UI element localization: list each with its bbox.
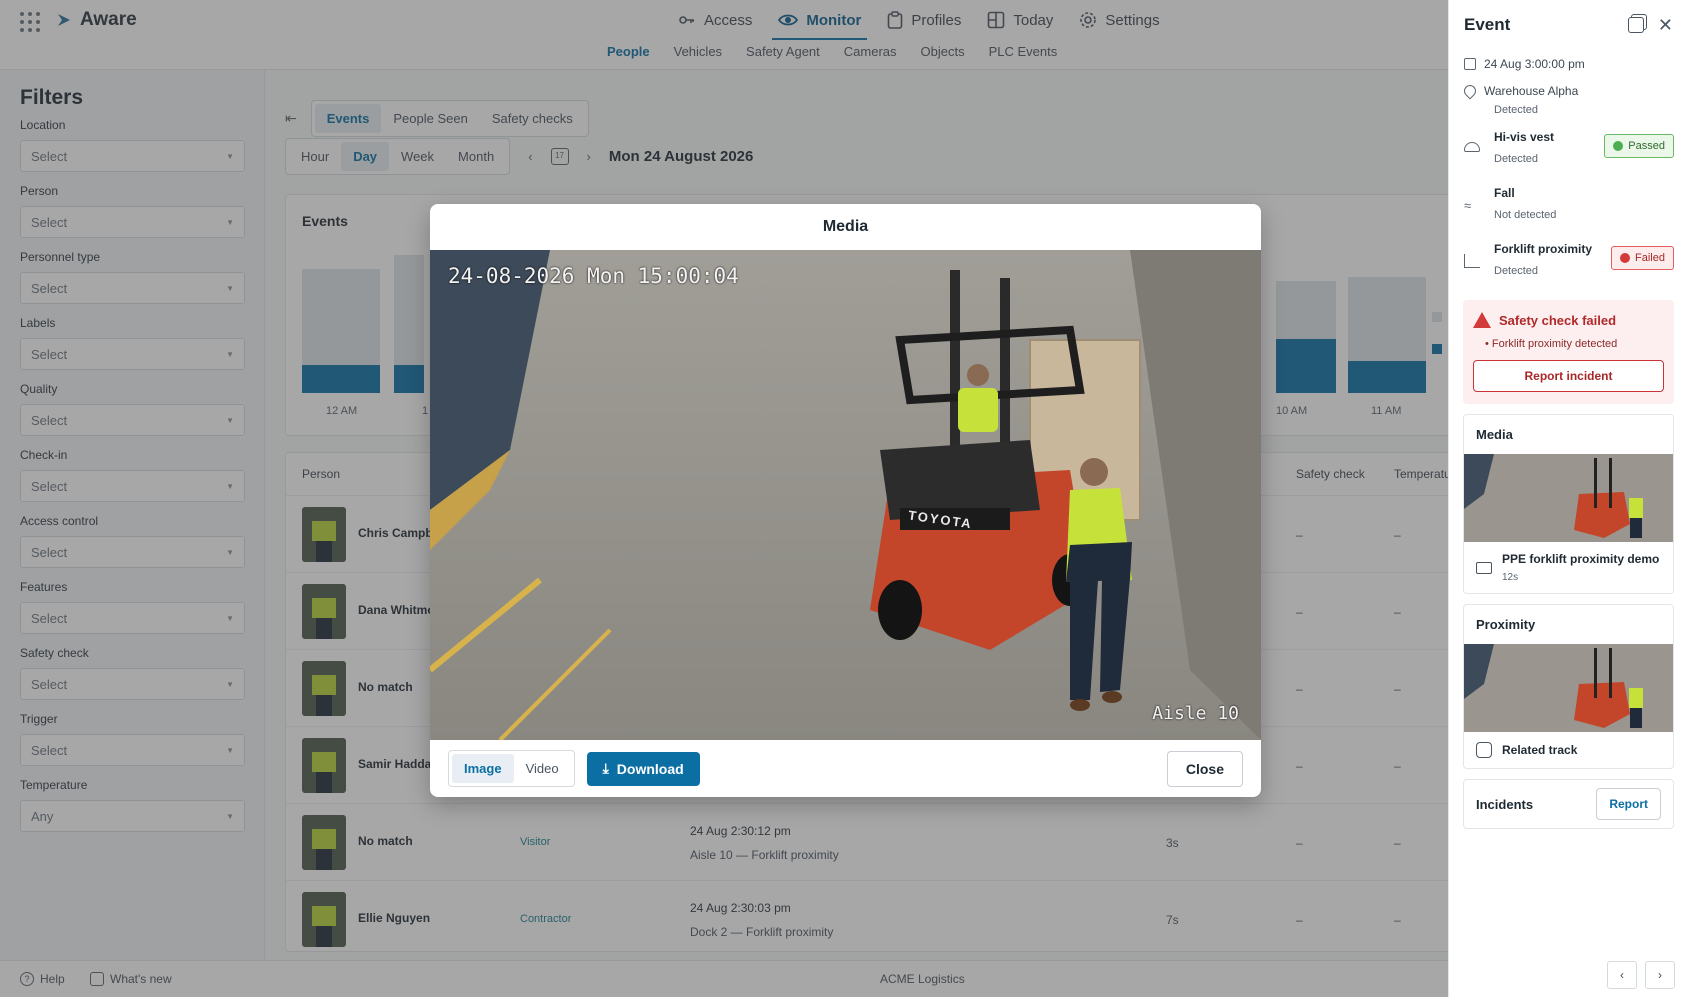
safety-alert: Safety check failed • Forklift proximity… (1463, 300, 1674, 404)
panel-title: Event (1464, 15, 1511, 34)
next-event-button[interactable]: › (1645, 961, 1675, 989)
badge-label: Failed (1635, 252, 1665, 264)
proximity-thumbnail-image (1464, 644, 1673, 732)
media-modal: Media 24-08-2026 Mon 15:00:04 TOYOTA Ais… (430, 204, 1261, 797)
location-status: Detected (1494, 104, 1539, 116)
event-datetime-text: 24 Aug 3:00:00 pm (1484, 56, 1585, 71)
related-track-row[interactable]: Related track (1464, 732, 1673, 768)
media-clip-row[interactable]: PPE forklift proximity demo 12s (1464, 542, 1673, 593)
warning-icon (1473, 312, 1491, 328)
event-panel: Event ✕ 24 Aug 3:00:00 pm Warehouse Alph… (1448, 0, 1688, 997)
helmet-icon (1464, 142, 1480, 152)
report-button[interactable]: Report (1596, 788, 1661, 820)
panel-tools: ✕ (1627, 16, 1673, 34)
media-thumbnail-image (1464, 454, 1673, 542)
camera-timestamp: 24-08-2026 Mon 15:00:04 (448, 264, 739, 288)
previous-event-button[interactable]: ‹ (1607, 961, 1637, 989)
event-pager: ‹ › (1607, 961, 1675, 989)
clip-title: PPE forklift proximity demo (1502, 552, 1660, 566)
check-circle-icon (1613, 141, 1624, 151)
media-type-tabs: Image Video (448, 750, 575, 787)
event-datetime: 24 Aug 3:00:00 pm (1449, 50, 1688, 77)
error-circle-icon (1620, 253, 1631, 263)
alert-title-text: Safety check failed (1499, 312, 1617, 328)
related-track-label: Related track (1502, 743, 1578, 757)
forklift-icon (1464, 254, 1480, 268)
tab-video[interactable]: Video (514, 754, 571, 783)
passed-badge: Passed (1604, 134, 1674, 158)
download-label: Download (616, 760, 684, 777)
camera-location-label: Aisle 10 (1152, 703, 1239, 724)
modal-title: Media (822, 218, 869, 235)
media-card: Media PPE forklift proximity demo 12s (1463, 414, 1674, 594)
check-status: Not detected (1494, 209, 1557, 221)
incidents-title: Incidents (1476, 796, 1534, 812)
check-title: Fall (1494, 186, 1515, 200)
close-button[interactable]: Close (1166, 750, 1243, 787)
check-hi-vis: Hi-vis vest Detected Passed (1449, 124, 1688, 180)
report-incident-button[interactable]: Report incident (1473, 360, 1664, 392)
panel-header: Event ✕ (1449, 0, 1688, 50)
media-thumbnail[interactable] (1464, 454, 1673, 542)
calendar-small-icon (1464, 57, 1476, 70)
badge-label: Passed (1628, 140, 1665, 152)
tab-image[interactable]: Image (452, 754, 514, 783)
modal-footer: Image Video ⤓ Download Close (430, 740, 1261, 797)
failed-badge: Failed (1611, 246, 1674, 270)
check-fall: ≈ Fall Not detected (1449, 180, 1688, 236)
event-location-text: Warehouse Alpha (1484, 83, 1579, 98)
event-location: Warehouse Alpha (1449, 77, 1688, 104)
proximity-card: Proximity Related track (1463, 604, 1674, 769)
proximity-card-title: Proximity (1476, 617, 1536, 632)
location-pin-icon (1461, 82, 1479, 99)
warehouse-scene (430, 250, 1261, 740)
proximity-thumbnail[interactable] (1464, 644, 1673, 732)
incidents-card: Incidents Report (1463, 779, 1674, 829)
alert-title: Safety check failed (1473, 312, 1664, 328)
check-forklift-proximity: Forklift proximity Detected Failed (1449, 236, 1688, 292)
track-icon (1476, 742, 1492, 758)
alert-item-text: Forklift proximity detected (1491, 338, 1618, 350)
fall-icon: ≈ (1464, 198, 1472, 213)
alert-item: • Forklift proximity detected (1485, 338, 1618, 350)
download-icon: ⤓ (602, 760, 609, 776)
download-button[interactable]: ⤓ Download (586, 751, 700, 786)
copy-icon[interactable] (1627, 17, 1644, 33)
clip-duration: 12s (1502, 572, 1519, 583)
media-image: 24-08-2026 Mon 15:00:04 TOYOTA Aisle 10 (430, 250, 1261, 740)
media-card-title: Media (1476, 427, 1513, 442)
close-icon[interactable]: ✕ (1658, 16, 1673, 34)
video-icon (1476, 561, 1492, 574)
